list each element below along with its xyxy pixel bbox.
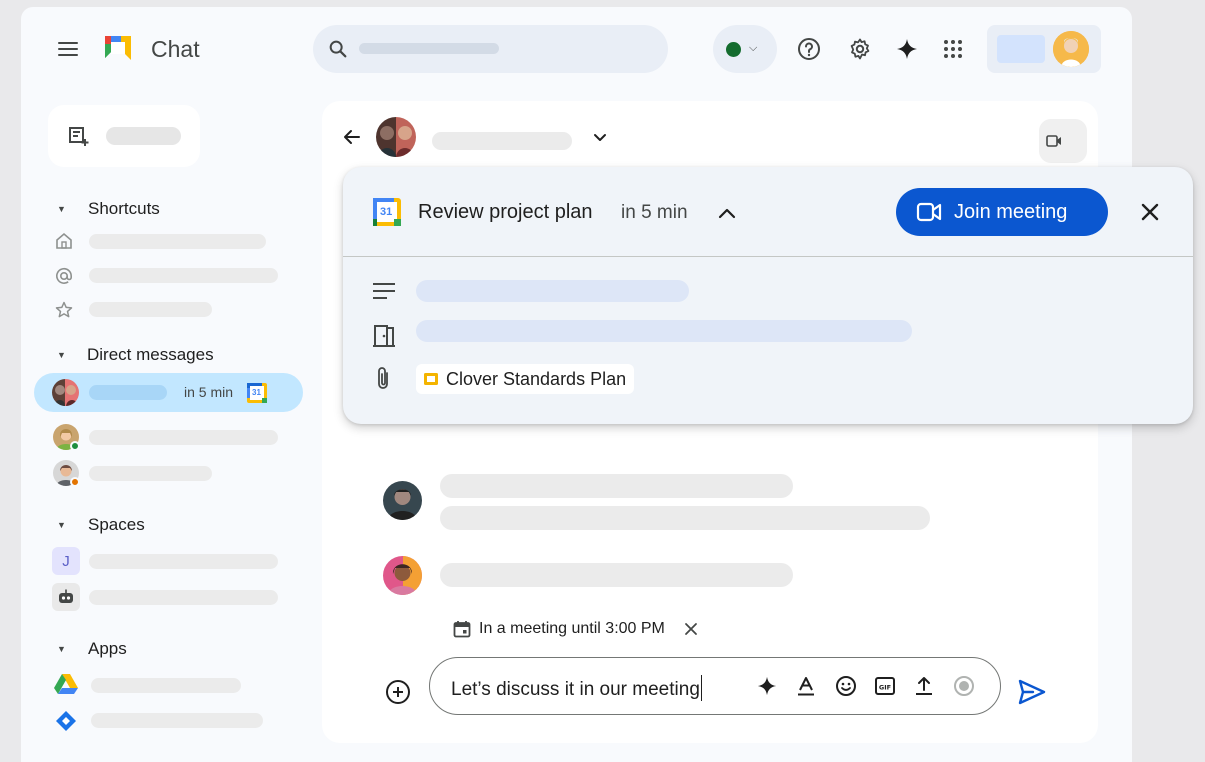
conversation-group-avatar[interactable] [376, 117, 416, 157]
main-menu-icon[interactable] [57, 38, 79, 60]
calendar-icon: 31 [373, 198, 401, 226]
shortcut-mentions-placeholder[interactable] [89, 268, 278, 283]
settings-gear-icon[interactable] [848, 37, 872, 61]
slides-file-icon [424, 373, 438, 385]
robot-icon[interactable] [52, 583, 80, 611]
online-status-dot [70, 441, 80, 451]
gif-icon[interactable]: GIF [873, 674, 897, 698]
dm-name-placeholder[interactable] [89, 430, 278, 445]
account-avatar[interactable] [1053, 31, 1089, 67]
message-text-placeholder [440, 506, 930, 530]
new-chat-button[interactable] [48, 105, 200, 167]
space-name-placeholder[interactable] [89, 554, 278, 569]
video-call-icon [1046, 135, 1061, 147]
back-arrow-icon[interactable] [342, 127, 362, 147]
search-bar[interactable] [313, 25, 668, 73]
section-apps[interactable]: Apps [88, 639, 127, 659]
status-online-dot [726, 42, 741, 57]
search-placeholder [359, 43, 499, 54]
search-icon [329, 40, 347, 58]
calendar-day: 31 [252, 388, 261, 397]
collapse-dms-icon[interactable]: ▼ [57, 350, 66, 360]
card-divider [343, 256, 1193, 257]
conversation-name-placeholder [432, 132, 572, 150]
meeting-reminder-card: 31 Review project plan in 5 min Join mee… [343, 167, 1193, 424]
section-spaces[interactable]: Spaces [88, 515, 145, 535]
upload-icon[interactable] [912, 674, 936, 698]
join-meeting-label: Join meeting [954, 200, 1068, 223]
meeting-title: Review project plan [418, 201, 593, 223]
account-name-placeholder [997, 35, 1045, 63]
meeting-status-note: In a meeting until 3:00 PM [453, 620, 699, 638]
dm-name-placeholder[interactable] [89, 466, 212, 481]
calendar-icon: 31 [247, 383, 267, 403]
starred-icon[interactable] [52, 298, 76, 322]
add-attachment-icon[interactable] [385, 679, 411, 705]
video-call-button[interactable] [1039, 119, 1087, 163]
composer-input-text[interactable]: Let’s discuss it in our meeting [451, 679, 700, 700]
dismiss-status-icon[interactable] [683, 621, 699, 637]
calendar-day: 31 [380, 206, 393, 218]
app-name-placeholder[interactable] [91, 678, 241, 693]
dm-item-active[interactable]: in 5 min 31 [34, 373, 303, 412]
description-placeholder [416, 280, 689, 302]
message-avatar-1[interactable] [383, 481, 422, 520]
chevron-up-icon[interactable] [717, 203, 737, 223]
composer-text-wrapper: Let’s discuss it in our meeting [451, 675, 703, 701]
dm-meeting-time: in 5 min [184, 384, 234, 400]
message-text-placeholder [440, 563, 793, 587]
app-name-placeholder[interactable] [91, 713, 263, 728]
shortcut-home-placeholder[interactable] [89, 234, 266, 249]
emoji-icon[interactable] [834, 674, 858, 698]
close-icon[interactable] [1140, 202, 1160, 222]
away-status-dot [70, 477, 80, 487]
join-meeting-button[interactable]: Join meeting [896, 188, 1108, 236]
collapse-spaces-icon[interactable]: ▼ [57, 520, 66, 530]
mentions-icon[interactable] [52, 264, 76, 288]
chat-logo-icon [105, 36, 131, 60]
collapse-apps-icon[interactable]: ▼ [57, 644, 66, 654]
space-name-placeholder[interactable] [89, 590, 278, 605]
send-icon[interactable] [1017, 678, 1047, 706]
record-video-icon[interactable] [952, 674, 976, 698]
account-switcher[interactable] [987, 25, 1101, 73]
message-avatar-2[interactable] [383, 556, 422, 595]
help-icon[interactable] [797, 37, 821, 61]
text-format-icon[interactable] [794, 674, 818, 698]
status-selector[interactable]: ⌵ [713, 25, 777, 73]
text-caret [700, 675, 703, 701]
group-avatar [52, 379, 79, 406]
attachment-chip[interactable]: Clover Standards Plan [416, 364, 635, 394]
gemini-sparkle-icon[interactable] [895, 37, 919, 61]
meeting-status-text: In a meeting until 3:00 PM [479, 620, 665, 637]
chevron-down-icon: ⌵ [749, 42, 758, 54]
room-placeholder [416, 320, 912, 342]
gemini-sparkle-icon[interactable] [755, 674, 779, 698]
drive-icon[interactable] [54, 673, 78, 695]
calendar-event-icon [453, 621, 471, 638]
new-chat-icon [69, 127, 89, 146]
message-text-placeholder [440, 474, 793, 498]
chevron-down-icon[interactable] [592, 130, 608, 146]
meeting-time: in 5 min [621, 202, 688, 223]
apps-grid-icon[interactable] [941, 37, 965, 61]
svg-text:GIF: GIF [879, 684, 891, 692]
app-title: Chat [151, 36, 200, 62]
room-door-icon [373, 324, 395, 348]
home-icon[interactable] [52, 229, 76, 253]
description-icon [372, 281, 396, 301]
attachment-name: Clover Standards Plan [446, 368, 627, 389]
attachment-paperclip-icon [374, 366, 392, 392]
dm-name-placeholder [89, 385, 167, 400]
message-composer[interactable]: Let’s discuss it in our meeting GIF [429, 657, 1001, 715]
section-direct-messages[interactable]: Direct messages [87, 345, 214, 365]
section-shortcuts[interactable]: Shortcuts [88, 199, 160, 219]
shortcut-starred-placeholder[interactable] [89, 302, 212, 317]
space-initial-avatar[interactable]: J [52, 547, 80, 575]
new-chat-label-placeholder [106, 127, 181, 145]
jira-diamond-icon[interactable] [55, 710, 77, 732]
video-camera-icon [916, 202, 942, 222]
collapse-shortcuts-icon[interactable]: ▼ [57, 204, 66, 214]
